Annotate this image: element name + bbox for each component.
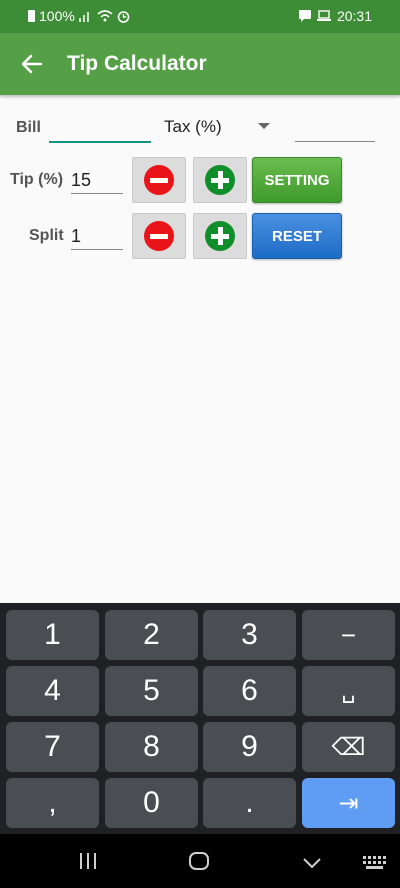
key-8[interactable]: 8 bbox=[105, 722, 198, 772]
tax-dropdown-arrow-icon[interactable] bbox=[258, 123, 270, 129]
key-1[interactable]: 1 bbox=[6, 610, 99, 660]
back-arrow-icon[interactable] bbox=[20, 52, 44, 76]
bill-label: Bill bbox=[16, 119, 41, 136]
message-icon bbox=[298, 10, 311, 22]
key-minus[interactable]: − bbox=[302, 610, 395, 660]
keyboard-switch-icon[interactable] bbox=[363, 856, 387, 875]
tip-increase-button[interactable] bbox=[193, 157, 247, 203]
numeric-keyboard: 1 2 3 − 4 5 6 ␣ 7 8 9 ⌫ , 0 . ⇥ bbox=[0, 603, 400, 834]
battery-level: 100% bbox=[39, 8, 75, 24]
app-title: Tip Calculator bbox=[67, 52, 207, 75]
key-period[interactable]: . bbox=[203, 778, 296, 828]
split-decrease-button[interactable] bbox=[132, 213, 186, 259]
battery-icon bbox=[28, 10, 35, 22]
key-comma[interactable]: , bbox=[6, 778, 99, 828]
navigation-bar bbox=[0, 834, 400, 888]
key-3[interactable]: 3 bbox=[203, 610, 296, 660]
status-bar: 100% 20:31 bbox=[0, 0, 400, 33]
next-key[interactable]: ⇥ bbox=[302, 778, 395, 828]
key-5[interactable]: 5 bbox=[105, 666, 198, 716]
status-right: 20:31 bbox=[298, 8, 372, 24]
tax-input[interactable] bbox=[295, 113, 375, 142]
minus-icon bbox=[144, 221, 174, 251]
tax-label[interactable]: Tax (%) bbox=[164, 117, 222, 137]
tip-label: Tip (%) bbox=[10, 171, 64, 188]
split-increase-button[interactable] bbox=[193, 213, 247, 259]
signal-icon bbox=[78, 10, 93, 22]
split-label: Split bbox=[29, 227, 64, 244]
key-0[interactable]: 0 bbox=[105, 778, 198, 828]
hide-keyboard-icon[interactable] bbox=[302, 856, 322, 874]
tip-decrease-button[interactable] bbox=[132, 157, 186, 203]
backspace-key[interactable]: ⌫ bbox=[302, 722, 395, 772]
split-input[interactable]: 1 bbox=[71, 221, 123, 250]
reset-button[interactable]: RESET bbox=[252, 213, 342, 259]
key-4[interactable]: 4 bbox=[6, 666, 99, 716]
laptop-icon bbox=[316, 10, 331, 22]
key-6[interactable]: 6 bbox=[203, 666, 296, 716]
bill-input[interactable] bbox=[49, 113, 151, 143]
plus-icon bbox=[205, 221, 235, 251]
recents-icon[interactable] bbox=[79, 853, 97, 874]
home-icon[interactable] bbox=[189, 852, 209, 875]
key-9[interactable]: 9 bbox=[203, 722, 296, 772]
setting-button[interactable]: SETTING bbox=[252, 157, 342, 203]
status-left: 100% bbox=[28, 8, 130, 24]
tip-input[interactable]: 15 bbox=[71, 165, 123, 194]
alarm-icon bbox=[117, 10, 130, 23]
wifi-icon bbox=[97, 10, 113, 22]
clock-time: 20:31 bbox=[336, 8, 372, 24]
plus-icon bbox=[205, 165, 235, 195]
app-bar: Tip Calculator bbox=[0, 33, 400, 95]
key-7[interactable]: 7 bbox=[6, 722, 99, 772]
key-2[interactable]: 2 bbox=[105, 610, 198, 660]
key-space[interactable]: ␣ bbox=[302, 666, 395, 716]
minus-icon bbox=[144, 165, 174, 195]
